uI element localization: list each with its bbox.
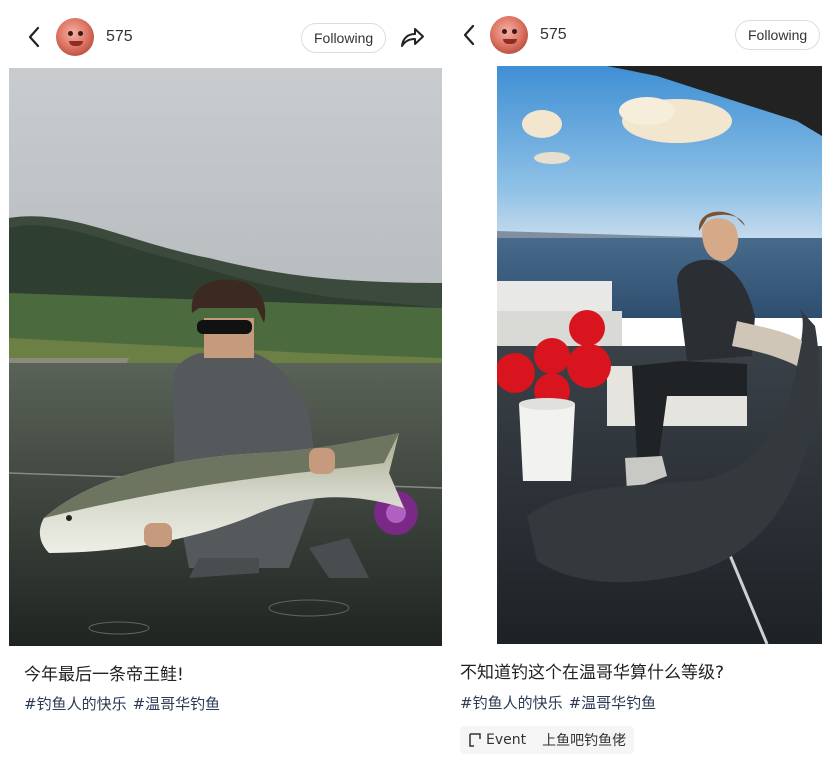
event-label: Event <box>486 732 527 748</box>
hashtag-link[interactable]: #钓鱼人的快乐 <box>460 694 563 712</box>
hashtag-link[interactable]: #钓鱼人的快乐 <box>24 695 127 713</box>
hashtag-list: #钓鱼人的快乐 #温哥华钓鱼 <box>24 693 226 714</box>
event-chip[interactable]: Event 上鱼吧钓鱼佬 <box>460 726 635 754</box>
hashtag-link[interactable]: #温哥华钓鱼 <box>133 695 221 713</box>
author-name[interactable]: 575 <box>106 28 133 46</box>
share-icon[interactable] <box>398 24 426 52</box>
post-photo[interactable] <box>497 66 822 644</box>
avatar[interactable] <box>490 16 528 54</box>
hashtag-link[interactable]: #温哥华钓鱼 <box>569 694 657 712</box>
post-card-left: 575 Following 今年最后一条帝王鲑! #钓鱼人的快乐 #温哥华钓鱼 <box>0 0 450 768</box>
following-button[interactable]: Following <box>301 23 387 53</box>
author-name[interactable]: 575 <box>540 26 567 44</box>
back-arrow-icon[interactable] <box>457 23 481 47</box>
hashtag-list: #钓鱼人的快乐 #温哥华钓鱼 <box>460 692 662 713</box>
following-button[interactable]: Following <box>735 20 821 50</box>
avatar[interactable] <box>56 18 94 56</box>
post-caption: 今年最后一条帝王鲑! <box>24 665 184 685</box>
post-card-right: 575 Following 不知道钓这个在温哥华算什么等级? #钓鱼人的快乐 #… <box>452 0 831 768</box>
event-icon <box>468 733 482 747</box>
post-photo[interactable] <box>9 68 442 646</box>
back-arrow-icon[interactable] <box>22 25 46 49</box>
event-name: 上鱼吧钓鱼佬 <box>542 733 627 749</box>
post-caption: 不知道钓这个在温哥华算什么等级? <box>460 663 725 683</box>
